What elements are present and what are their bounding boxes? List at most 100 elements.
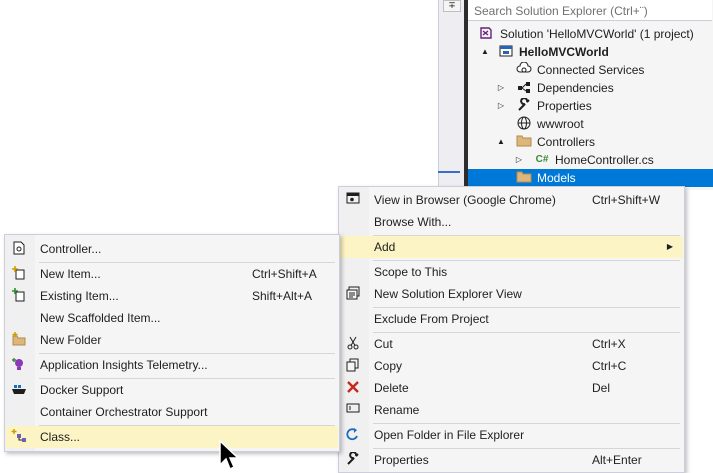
scissors-icon (345, 336, 361, 352)
tree-item-homecontroller[interactable]: ▷ C# HomeController.cs (468, 151, 713, 169)
wrench-icon (345, 451, 361, 468)
existing-item-icon (11, 288, 27, 304)
solution-icon (478, 26, 494, 42)
tree-item-label: HelloMVCWorld (519, 45, 609, 59)
tree-item-connected-services[interactable]: Connected Services (468, 61, 713, 79)
submenu-item-new-item[interactable]: New Item... Ctrl+Shift+A (6, 263, 338, 285)
connected-services-icon (516, 61, 532, 78)
menu-item-label: Scope to This (374, 265, 448, 279)
solution-explorer-search[interactable]: Search Solution Explorer (Ctrl+¨) (468, 0, 712, 21)
menu-item-shortcut: Alt+Enter (592, 453, 642, 467)
search-placeholder: Search Solution Explorer (Ctrl+¨) (474, 4, 648, 18)
expanded-arrow-icon[interactable]: ▲ (480, 43, 490, 61)
menu-item-copy[interactable]: Copy Ctrl+C (340, 355, 683, 377)
menu-item-label: New Item... (40, 267, 101, 281)
new-folder-icon (11, 332, 27, 348)
app-insights-icon (11, 357, 27, 373)
editor-gutter: ∓ (438, 0, 465, 190)
tree-item-label: Connected Services (537, 63, 645, 77)
controller-icon (11, 241, 27, 257)
submenu-item-existing-item[interactable]: Existing Item... Shift+Alt+A (6, 285, 338, 307)
submenu-item-new-folder[interactable]: New Folder (6, 329, 338, 351)
project-icon (498, 44, 514, 60)
tree-item-label: Dependencies (537, 81, 614, 95)
csharp-file-icon: C# (535, 154, 549, 165)
menu-item-exclude-from-project[interactable]: Exclude From Project (340, 308, 683, 330)
collapse-all-icon[interactable]: ∓ (443, 0, 461, 12)
tree-item-wwwroot[interactable]: wwwroot (468, 115, 713, 133)
tree-item-solution[interactable]: Solution 'HelloMVCWorld' (1 project) (468, 25, 713, 43)
collapsed-arrow-icon[interactable]: ▷ (496, 97, 506, 115)
tree-item-dependencies[interactable]: ▷ Dependencies (468, 79, 713, 97)
tree-item-label: wwwroot (537, 117, 584, 131)
refresh-arrow-icon (345, 427, 361, 443)
menu-item-label: Open Folder in File Explorer (374, 428, 525, 442)
tree-item-label: Properties (537, 99, 592, 113)
tree-item-label: HomeController.cs (555, 153, 654, 167)
tree-item-label: Models (537, 171, 576, 185)
menu-item-open-folder-in-file-explorer[interactable]: Open Folder in File Explorer (340, 424, 683, 446)
dependencies-icon (516, 80, 532, 96)
tree-item-properties[interactable]: ▷ Properties (468, 97, 713, 115)
menu-item-label: Class... (40, 430, 81, 444)
menu-item-label: Container Orchestrator Support (40, 405, 208, 419)
menu-item-label: Controller... (40, 242, 102, 256)
tree-item-label: Solution 'HelloMVCWorld' (1 project) (500, 27, 694, 41)
menu-item-label: Properties (374, 453, 429, 467)
folder-icon (516, 134, 532, 150)
globe-icon (516, 116, 532, 132)
submenu-arrow-icon: ▶ (666, 242, 673, 251)
add-class-icon (11, 429, 27, 445)
submenu-item-application-insights[interactable]: Application Insights Telemetry... (6, 354, 338, 376)
wrench-icon (516, 97, 532, 114)
submenu-item-container-orchestrator[interactable]: Container Orchestrator Support (6, 401, 338, 423)
tree-item-project[interactable]: ▲ HelloMVCWorld (468, 43, 713, 61)
menu-item-browse-with[interactable]: Browse With... (340, 211, 683, 233)
menu-item-shortcut: Ctrl+Shift+W (592, 193, 661, 207)
tree-item-models[interactable]: Models (468, 169, 713, 187)
editor-caret-marker (438, 171, 460, 173)
menu-item-label: View in Browser (Google Chrome) (374, 193, 556, 207)
menu-item-label: Rename (374, 403, 420, 417)
delete-icon (345, 380, 361, 396)
menu-item-rename[interactable]: Rename (340, 399, 683, 421)
menu-item-label: Exclude From Project (374, 312, 489, 326)
tree-item-controllers[interactable]: ▲ Controllers (468, 133, 713, 151)
menu-item-shortcut: Shift+Alt+A (252, 289, 313, 303)
menu-item-add[interactable]: Add ▶ (340, 236, 683, 258)
menu-item-view-in-browser[interactable]: View in Browser (Google Chrome) Ctrl+Shi… (340, 189, 683, 211)
docker-icon (11, 382, 27, 398)
submenu-item-docker-support[interactable]: Docker Support (6, 379, 338, 401)
folder-icon (516, 170, 532, 186)
menu-item-scope-to-this[interactable]: Scope to This (340, 261, 683, 283)
submenu-item-controller[interactable]: Controller... (6, 238, 338, 260)
menu-item-label: Application Insights Telemetry... (40, 358, 208, 372)
context-menu: View in Browser (Google Chrome) Ctrl+Shi… (338, 186, 685, 473)
menu-item-label: Cut (374, 337, 393, 351)
submenu-item-new-scaffolded-item[interactable]: New Scaffolded Item... (6, 307, 338, 329)
view-in-browser-icon (345, 192, 361, 208)
add-submenu: Controller... New Item... Ctrl+Shift+A E… (4, 234, 340, 452)
new-item-icon (11, 266, 27, 282)
expanded-arrow-icon[interactable]: ▲ (496, 133, 506, 151)
copy-icon (345, 358, 361, 374)
menu-item-shortcut: Ctrl+C (592, 359, 627, 373)
solution-explorer: Search Solution Explorer (Ctrl+¨) Soluti… (468, 0, 713, 190)
menu-item-shortcut: Ctrl+Shift+A (252, 267, 317, 281)
menu-item-properties[interactable]: Properties Alt+Enter (340, 449, 683, 471)
menu-item-shortcut: Ctrl+X (592, 337, 626, 351)
menu-item-cut[interactable]: Cut Ctrl+X (340, 333, 683, 355)
rename-icon (345, 402, 361, 418)
collapsed-arrow-icon[interactable]: ▷ (514, 151, 524, 169)
mouse-cursor-icon (219, 440, 240, 471)
menu-item-label: New Scaffolded Item... (40, 311, 161, 325)
menu-item-label: Delete (374, 381, 409, 395)
menu-item-label: Docker Support (40, 383, 124, 397)
menu-item-new-solution-explorer-view[interactable]: New Solution Explorer View (340, 283, 683, 305)
tree-item-label: Controllers (537, 135, 596, 149)
collapsed-arrow-icon[interactable]: ▷ (496, 79, 506, 97)
menu-item-delete[interactable]: Delete Del (340, 377, 683, 399)
new-view-icon (345, 286, 361, 302)
submenu-item-class[interactable]: Class... (6, 426, 338, 448)
menu-item-label: New Solution Explorer View (374, 287, 522, 301)
